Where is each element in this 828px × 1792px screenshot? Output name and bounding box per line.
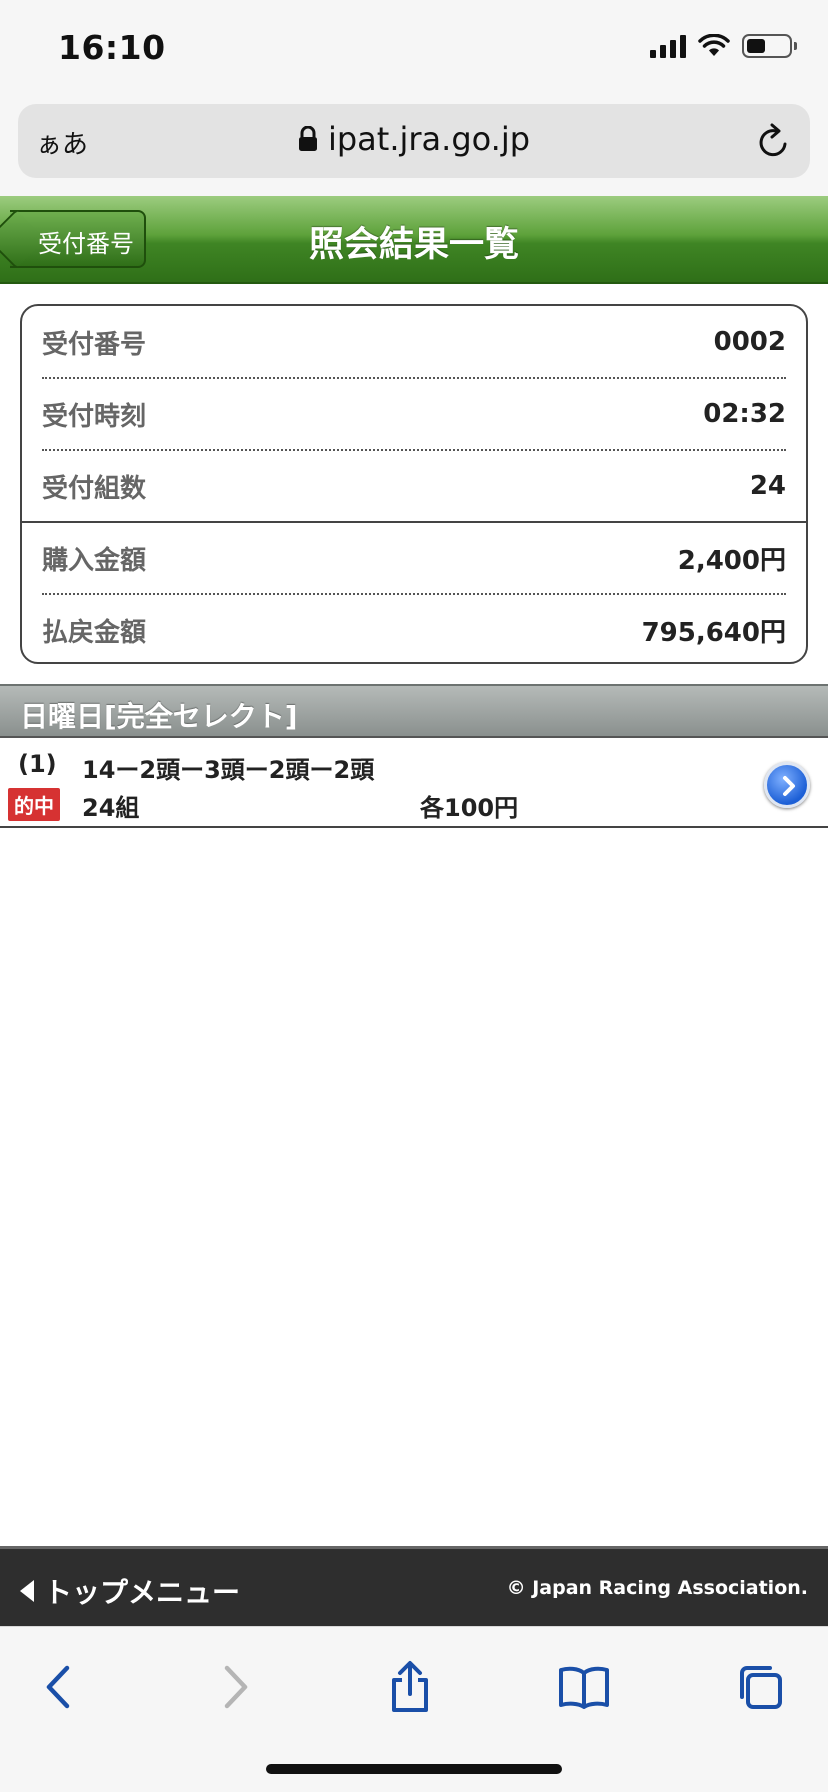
bet-unit-amount: 各100円 bbox=[420, 794, 519, 822]
book-icon bbox=[559, 1666, 609, 1709]
info-value: 24 bbox=[749, 471, 786, 501]
status-bar: 16:10 bbox=[0, 0, 828, 96]
top-menu-label: トップメニュー bbox=[44, 1576, 241, 1609]
url-display[interactable]: ipat.jra.go.jp bbox=[18, 120, 810, 158]
url-text: ipat.jra.go.jp bbox=[327, 120, 531, 158]
chevron-right-circle-icon[interactable] bbox=[764, 762, 810, 808]
chevron-right-icon bbox=[224, 1665, 248, 1709]
chevron-left-icon bbox=[46, 1665, 70, 1709]
tabs-button[interactable] bbox=[730, 1657, 790, 1717]
info-row-payout-amount: 払戻金額 795,640円 bbox=[42, 594, 786, 662]
section-title: 日曜日[完全セレクト] bbox=[20, 700, 298, 733]
lock-icon bbox=[298, 126, 317, 151]
copyright-text: © Japan Racing Association. bbox=[506, 1577, 808, 1599]
reload-icon[interactable] bbox=[754, 122, 794, 162]
info-label: 受付組数 bbox=[42, 473, 147, 504]
hit-badge: 的中 bbox=[8, 788, 60, 821]
footer-bar: トップメニュー © Japan Racing Association. bbox=[0, 1546, 828, 1626]
triangle-left-icon bbox=[20, 1580, 34, 1602]
info-label: 受付時刻 bbox=[42, 401, 147, 432]
bet-combination: 14ー2頭ー3頭ー2頭ー2頭 bbox=[82, 756, 375, 784]
info-row-purchase-amount: 購入金額 2,400円 bbox=[42, 522, 786, 594]
page-header: 受付番号 照会結果一覧 bbox=[0, 196, 828, 284]
tabs-icon bbox=[740, 1666, 782, 1709]
receipt-info-card: 受付番号 0002 受付時刻 02:32 受付組数 24 購入金額 2,400円… bbox=[20, 304, 808, 664]
info-value: 795,640円 bbox=[641, 617, 786, 648]
wifi-icon bbox=[698, 34, 730, 56]
info-row-bet-count: 受付組数 24 bbox=[42, 450, 786, 522]
bookmarks-button[interactable] bbox=[554, 1657, 614, 1717]
bet-list-item[interactable]: (1) 14ー2頭ー3頭ー2頭ー2頭 的中 24組 各100円 bbox=[0, 740, 828, 828]
address-bar[interactable]: ぁあ ipat.jra.go.jp bbox=[18, 104, 810, 178]
share-button[interactable] bbox=[380, 1657, 440, 1717]
status-icons bbox=[650, 34, 797, 58]
info-label: 払戻金額 bbox=[42, 617, 147, 648]
browser-toolbar bbox=[0, 1626, 828, 1792]
nav-back-button[interactable] bbox=[28, 1657, 88, 1717]
top-menu-link[interactable]: トップメニュー bbox=[18, 1571, 240, 1611]
info-row-receipt-time: 受付時刻 02:32 bbox=[42, 378, 786, 450]
battery-icon bbox=[742, 34, 797, 58]
back-button-label: 受付番号 bbox=[38, 230, 134, 258]
nav-forward-button[interactable] bbox=[206, 1657, 266, 1717]
browser-url-area: ぁあ ipat.jra.go.jp bbox=[0, 96, 828, 196]
info-value: 2,400円 bbox=[677, 545, 786, 576]
info-value: 02:32 bbox=[703, 399, 786, 429]
home-indicator[interactable] bbox=[266, 1764, 562, 1774]
info-label: 購入金額 bbox=[42, 545, 147, 576]
status-time: 16:10 bbox=[58, 28, 166, 67]
bet-count: 24組 bbox=[82, 794, 140, 822]
cellular-signal-icon bbox=[650, 34, 686, 58]
info-value: 0002 bbox=[713, 327, 786, 357]
share-icon bbox=[392, 1661, 428, 1712]
info-row-receipt-number: 受付番号 0002 bbox=[42, 306, 786, 378]
section-header: 日曜日[完全セレクト] bbox=[0, 684, 828, 738]
info-label: 受付番号 bbox=[42, 329, 147, 360]
bet-index: (1) bbox=[18, 750, 57, 778]
